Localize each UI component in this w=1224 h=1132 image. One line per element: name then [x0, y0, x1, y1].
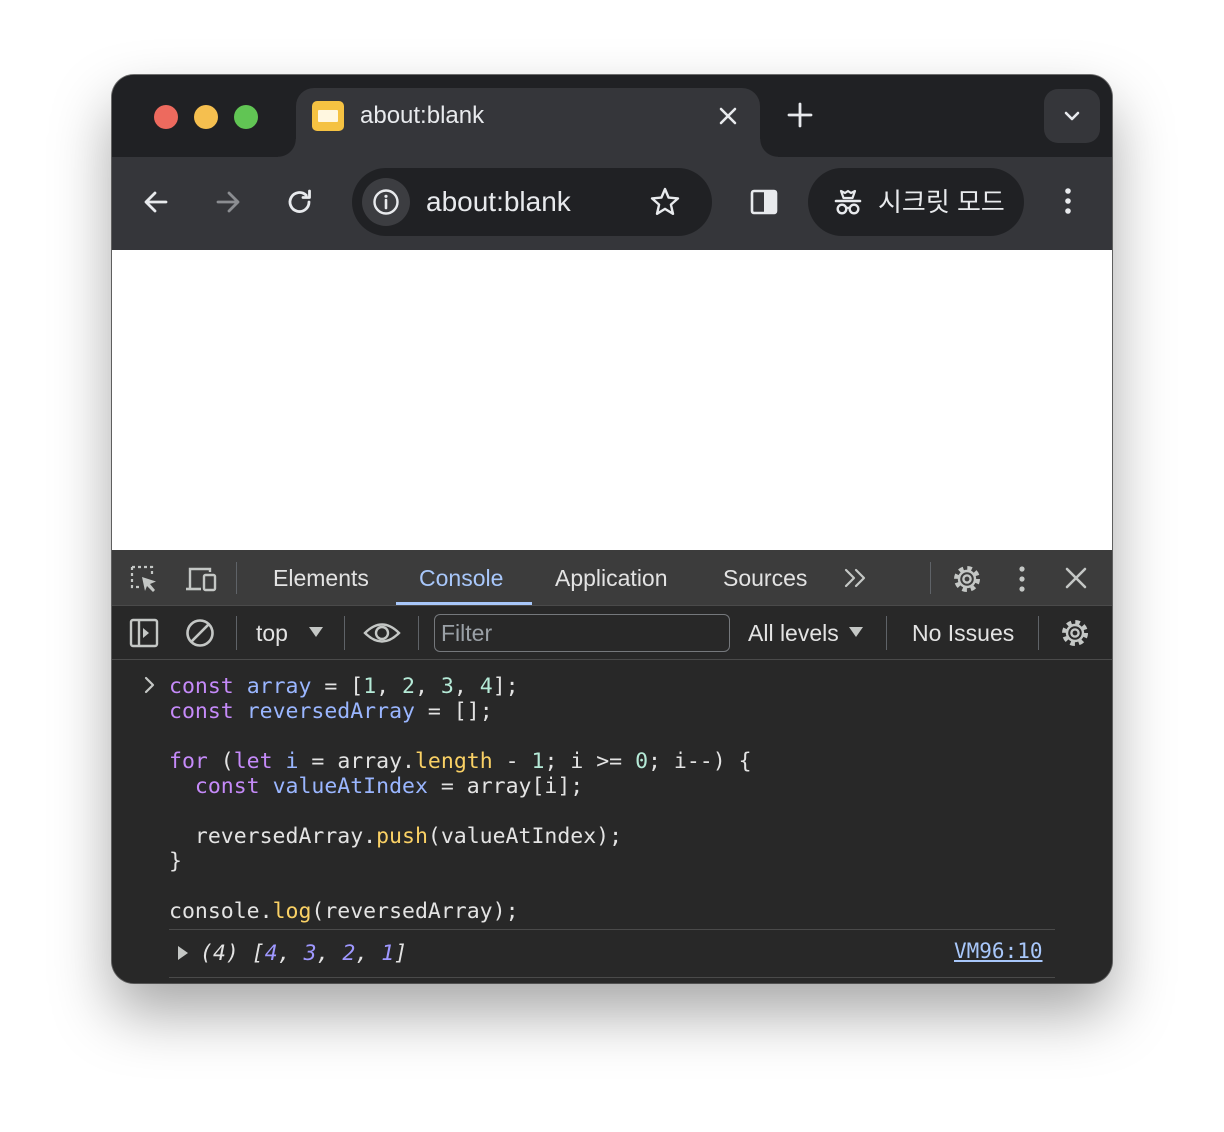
bookmark-star-icon[interactable] [648, 185, 682, 219]
source-location-link[interactable]: VM96:10 [954, 939, 1043, 963]
close-tab-icon[interactable] [714, 102, 742, 130]
new-tab-icon[interactable] [784, 99, 816, 131]
tab-sources[interactable]: Sources [723, 564, 807, 592]
code-line: const valueAtIndex = array[i]; [194, 774, 584, 799]
active-tab-indicator [396, 602, 532, 605]
settings-gear-icon[interactable] [950, 562, 984, 596]
sidebar-toggle-icon[interactable] [128, 617, 160, 649]
info-icon [373, 189, 399, 215]
devtools-menu-icon[interactable] [1012, 563, 1032, 595]
array-value: 3 [303, 941, 317, 966]
browser-toolbar: about:blank 시크릿 모드 [112, 157, 1112, 250]
window-minimize-button[interactable] [194, 105, 218, 129]
browser-tab[interactable]: about:blank [278, 88, 778, 157]
incognito-indicator[interactable]: 시크릿 모드 [808, 168, 1024, 236]
reload-icon[interactable] [283, 185, 317, 219]
array-value: 2 [342, 941, 356, 966]
tab-console[interactable]: Console [419, 564, 503, 592]
close-devtools-icon[interactable] [1062, 564, 1090, 592]
chevron-down-icon [1064, 111, 1080, 121]
code-line: const reversedArray = []; [169, 699, 493, 724]
toolbar-divider [1038, 616, 1039, 650]
clear-console-icon[interactable] [183, 616, 217, 650]
array-length: (4) [200, 941, 239, 966]
live-expression-eye-icon[interactable] [362, 618, 402, 648]
incognito-icon [834, 189, 862, 215]
code-line: for (let i = array.length - 1; i >= 0; i… [169, 749, 752, 774]
toolbar-divider [930, 562, 931, 594]
toolbar-divider [344, 616, 345, 650]
code-line: } [169, 849, 182, 874]
array-value: 4 [264, 941, 278, 966]
context-selector[interactable]: top [256, 619, 288, 647]
devtools-panel: Elements Console Application Sources top… [112, 550, 1112, 983]
code-line: const array = [1, 2, 3, 4]; [169, 674, 519, 699]
toolbar-divider [236, 616, 237, 650]
incognito-label: 시크릿 모드 [878, 187, 1005, 217]
forward-arrow-icon[interactable] [211, 185, 245, 219]
window-close-button[interactable] [154, 105, 178, 129]
tab-elements[interactable]: Elements [273, 564, 369, 592]
back-arrow-icon[interactable] [139, 185, 173, 219]
tab-title: about:blank [360, 102, 485, 129]
device-toolbar-icon[interactable] [184, 563, 218, 595]
console-settings-gear-icon[interactable] [1058, 616, 1092, 650]
console-input-code[interactable]: const array = [1, 2, 3, 4]; const reverse… [169, 674, 752, 924]
console-output: const array = [1, 2, 3, 4]; const reverse… [112, 660, 1112, 983]
devtools-tab-bar: Elements Console Application Sources [112, 550, 1112, 606]
address-bar[interactable]: about:blank [352, 168, 712, 236]
window-maximize-button[interactable] [234, 105, 258, 129]
tab-application[interactable]: Application [555, 564, 668, 592]
output-divider [169, 929, 1055, 930]
output-divider [169, 977, 1055, 978]
console-toolbar: top All levels No Issues [112, 606, 1112, 660]
more-tabs-chevron-icon[interactable] [842, 566, 870, 590]
context-dropdown-icon[interactable] [308, 626, 324, 638]
console-filter-input[interactable] [434, 614, 730, 652]
code-line: reversedArray.push(valueAtIndex); [169, 824, 623, 849]
url-text[interactable]: about:blank [426, 186, 571, 218]
tab-strip: about:blank [112, 75, 1112, 157]
prompt-chevron-icon [144, 676, 155, 694]
expand-triangle-icon[interactable] [176, 945, 190, 961]
toolbar-divider [886, 616, 887, 650]
log-levels-dropdown[interactable]: All levels [748, 619, 839, 647]
browser-menu-icon[interactable] [1056, 183, 1080, 219]
browser-window: about:blank about:blank 시크릿 모드 Elements … [112, 75, 1112, 983]
inspect-element-icon[interactable] [128, 563, 160, 595]
site-info-button[interactable] [362, 178, 410, 226]
side-panel-icon[interactable] [747, 185, 781, 219]
issues-counter[interactable]: No Issues [912, 619, 1014, 647]
tab-search-button[interactable] [1044, 89, 1100, 143]
code-line: console.log(reversedArray); [169, 899, 519, 924]
toolbar-divider [236, 562, 237, 594]
console-log-output[interactable]: (4) [4, 3, 2, 1] [200, 941, 407, 967]
toolbar-divider [418, 616, 419, 650]
page-viewport [112, 250, 1112, 550]
page-favicon-icon [312, 101, 344, 131]
levels-dropdown-icon[interactable] [848, 626, 864, 638]
array-value: 1 [381, 941, 395, 966]
